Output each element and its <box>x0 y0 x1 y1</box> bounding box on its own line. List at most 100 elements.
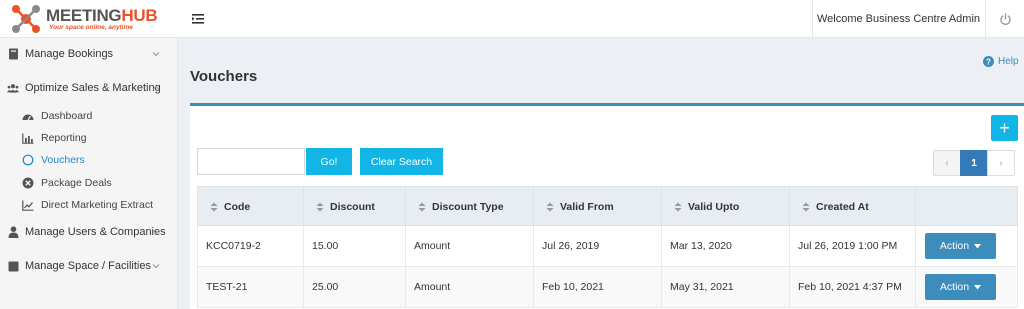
column-header-valid-from[interactable]: Valid From <box>534 187 662 227</box>
dashboard-icon <box>22 110 34 122</box>
sort-icon <box>418 202 426 212</box>
cell-valid-upto: May 31, 2021 <box>662 267 790 307</box>
chevron-down-icon <box>152 52 160 57</box>
sidebar-item-label: Vouchers <box>41 154 85 166</box>
column-label: Discount Type <box>432 201 504 213</box>
sidebar-item-vouchers[interactable]: Vouchers <box>0 149 178 171</box>
meetinghub-logo[interactable]: MEETINGHUB Your space online, anytime <box>10 3 170 35</box>
users-icon <box>7 82 19 94</box>
sidebar-item-dashboard[interactable]: Dashboard <box>0 105 178 127</box>
sort-icon <box>546 202 554 212</box>
cell-discount: 15.00 <box>304 226 406 266</box>
add-voucher-button[interactable]: + <box>991 115 1018 141</box>
table-header: Code Discount Discount Type Valid From V… <box>197 186 1019 227</box>
clear-search-button[interactable]: Clear Search <box>360 148 443 175</box>
menu-toggle-icon[interactable] <box>191 12 205 26</box>
sidebar-item-label: Direct Marketing Extract <box>41 199 154 211</box>
page-number: 1 <box>971 157 977 169</box>
action-label: Action <box>939 281 970 293</box>
book-icon <box>7 48 19 60</box>
sidebar-item-reporting[interactable]: Reporting <box>0 127 178 149</box>
plus-icon: + <box>999 117 1010 138</box>
caret-down-icon <box>974 284 982 289</box>
svg-text:?: ? <box>986 57 991 66</box>
sidebar-item-package-deals[interactable]: Package Deals <box>0 172 178 194</box>
sidebar-group-optimize-sales[interactable]: Optimize Sales & Marketing <box>0 72 178 104</box>
chevron-right-icon: › <box>999 157 1003 169</box>
sort-icon <box>674 202 682 212</box>
chevron-left-icon: ‹ <box>945 157 949 169</box>
cell-created-at: Jul 26, 2019 1:00 PM <box>790 226 916 266</box>
power-icon <box>999 12 1011 25</box>
times-circle-icon <box>22 177 34 189</box>
pagination-next[interactable]: › <box>987 150 1015 176</box>
chevron-down-icon <box>152 264 160 269</box>
column-header-discount-type[interactable]: Discount Type <box>406 187 534 227</box>
pagination-page-1[interactable]: 1 <box>960 150 988 176</box>
help-icon: ? <box>983 56 994 67</box>
cell-valid-from: Feb 10, 2021 <box>534 267 662 307</box>
sidebar-group-manage-space[interactable]: Manage Space / Facilities <box>0 250 178 282</box>
column-header-valid-upto[interactable]: Valid Upto <box>662 187 790 227</box>
cell-discount: 25.00 <box>304 267 406 307</box>
logo-mark-icon <box>12 5 40 33</box>
cell-discount-type: Amount <box>406 226 534 266</box>
circle-icon <box>22 154 34 166</box>
logo-tagline: Your space online, anytime <box>49 24 133 31</box>
table-row: KCC0719-2 15.00 Amount Jul 26, 2019 Mar … <box>197 226 1018 267</box>
sidebar-item-label: Dashboard <box>41 110 93 122</box>
column-header-actions <box>916 187 1019 227</box>
column-label: Discount <box>330 201 375 213</box>
column-label: Valid From <box>560 201 614 213</box>
sidebar-group-label: Optimize Sales & Marketing <box>25 82 161 94</box>
sidebar-group-manage-users[interactable]: Manage Users & Companies <box>0 216 178 248</box>
chevron-up-icon <box>152 85 160 90</box>
table-row: TEST-21 25.00 Amount Feb 10, 2021 May 31… <box>197 267 1018 308</box>
sort-icon <box>316 202 324 212</box>
logo-name-part2: HUB <box>121 6 158 25</box>
action-dropdown-button[interactable]: Action <box>925 233 996 259</box>
welcome-text: Welcome Business Centre Admin <box>816 13 981 25</box>
sort-icon <box>802 202 810 212</box>
bar-chart-icon <box>22 132 34 144</box>
sidebar-item-label: Reporting <box>41 132 87 144</box>
line-chart-icon <box>22 199 34 211</box>
go-button-label: Go! <box>320 155 338 168</box>
user-icon <box>7 226 19 238</box>
sidebar-group-label: Manage Bookings <box>25 48 114 60</box>
page-title: Vouchers <box>190 68 258 85</box>
logo-wordmark: MEETINGHUB <box>46 6 158 26</box>
sidebar-item-label: Package Deals <box>41 177 112 189</box>
cell-code: TEST-21 <box>198 267 304 307</box>
cell-valid-upto: Mar 13, 2020 <box>662 226 790 266</box>
clear-search-label: Clear Search <box>370 155 433 168</box>
column-header-created-at[interactable]: Created At <box>790 187 916 227</box>
sidebar: Manage Bookings Optimize Sales & Marketi… <box>0 38 178 309</box>
column-header-discount[interactable]: Discount <box>304 187 406 227</box>
help-link[interactable]: ? Help <box>983 56 1019 67</box>
action-dropdown-button[interactable]: Action <box>925 274 996 300</box>
logout-button[interactable] <box>985 0 1024 38</box>
sidebar-group-label: Manage Users & Companies <box>25 226 166 238</box>
caret-down-icon <box>974 243 982 248</box>
sidebar-group-manage-bookings[interactable]: Manage Bookings <box>0 38 178 70</box>
column-label: Valid Upto <box>688 201 740 213</box>
cell-created-at: Feb 10, 2021 4:37 PM <box>790 267 916 307</box>
logo-name-part1: MEETING <box>46 6 122 25</box>
welcome-user-menu[interactable]: Welcome Business Centre Admin <box>812 0 984 38</box>
cell-valid-from: Jul 26, 2019 <box>534 226 662 266</box>
search-input[interactable] <box>197 148 305 175</box>
sidebar-item-direct-marketing-extract[interactable]: Direct Marketing Extract <box>0 194 178 216</box>
help-label: Help <box>998 56 1019 67</box>
chevron-down-icon <box>152 230 160 235</box>
column-label: Code <box>224 201 251 213</box>
column-header-code[interactable]: Code <box>198 187 304 227</box>
top-header: MEETINGHUB Your space online, anytime We… <box>0 0 1024 38</box>
pagination-prev[interactable]: ‹ <box>933 150 961 176</box>
square-icon <box>7 260 19 272</box>
go-button[interactable]: Go! <box>306 148 352 175</box>
column-label: Created At <box>816 201 869 213</box>
sort-icon <box>210 202 218 212</box>
action-label: Action <box>939 240 970 252</box>
cell-code: KCC0719-2 <box>198 226 304 266</box>
